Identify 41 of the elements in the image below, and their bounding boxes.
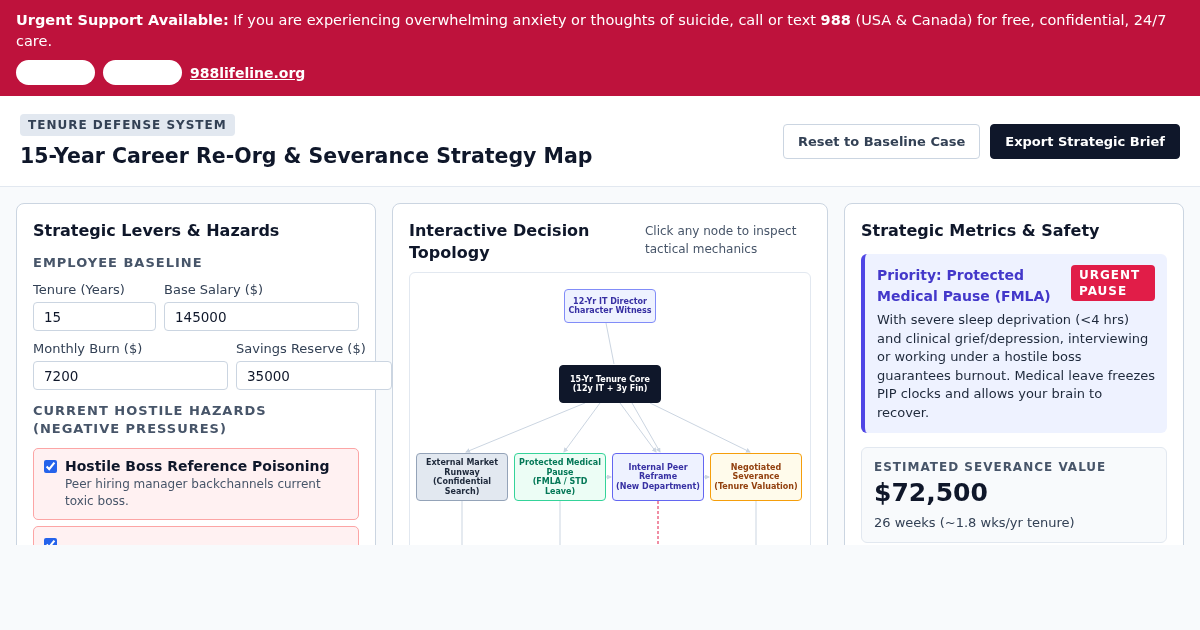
dashed-connector bbox=[657, 500, 659, 545]
card-title: Interactive Decision Topology bbox=[409, 220, 591, 264]
diagram-node[interactable]: 15-Yr Tenure Core (12y IT + 3y Fin) bbox=[559, 365, 661, 403]
priority-title: Priority: Protected Medical Pause (FMLA) bbox=[877, 266, 1052, 306]
connector-line bbox=[605, 322, 615, 365]
system-badge: TENURE DEFENSE SYSTEM bbox=[20, 114, 235, 136]
diagram-node[interactable]: Protected Medical Pause (FMLA / STD Leave) bbox=[514, 453, 606, 501]
severance-value: $72,500 bbox=[874, 478, 989, 507]
section-heading: CURRENT HOSTILE HAZARDS (NEGATIVE PRESSURES) bbox=[33, 402, 268, 438]
section-heading: EMPLOYEE BASELINE bbox=[33, 254, 204, 272]
severance-note: 26 weeks (~1.8 wks/yr tenure) bbox=[874, 515, 1076, 530]
input-field[interactable]: 15 bbox=[33, 302, 156, 331]
topology-hint: Click any node to inspect tactical mechanics bbox=[644, 223, 798, 258]
export-button[interactable]: Export Strategic Brief bbox=[990, 124, 1180, 159]
urgent-badge: URGENT PAUSE bbox=[1071, 265, 1155, 301]
input-field[interactable]: 7200 bbox=[33, 361, 228, 390]
connector-arrow bbox=[703, 474, 710, 480]
hazard-title: Hostile Boss Reference Poisoning bbox=[65, 458, 331, 474]
page-title: 15-Year Career Re-Org & Severance Strategy Map bbox=[20, 144, 593, 168]
reset-button[interactable]: Reset to Baseline Case bbox=[782, 124, 981, 159]
hazard-description: Peer hiring manager backchannels current toxic boss. bbox=[65, 476, 322, 510]
field-label: Monthly Burn ($) bbox=[33, 341, 144, 356]
diagram-node[interactable]: Negotiated Severance (Tenure Valuation) bbox=[710, 453, 802, 501]
field-label: Base Salary ($) bbox=[164, 282, 265, 297]
pill-button[interactable] bbox=[16, 60, 95, 85]
diagram-node[interactable]: External Market Runway (Confidential Search) bbox=[416, 453, 508, 501]
diagram-node[interactable]: 12-Yr IT Director Character Witness bbox=[564, 289, 656, 323]
card-title: Strategic Levers & Hazards bbox=[33, 220, 281, 242]
banner-message: Urgent Support Available: If you are experiencing overwhelming anxiety or thoughts of suicide, call or text 988 (USA & Canada) for free, confidential, 24/7 care. bbox=[16, 11, 1168, 51]
field-label: Savings Reserve ($) bbox=[236, 341, 367, 356]
pill-button[interactable] bbox=[103, 60, 182, 85]
lifeline-link[interactable]: 988lifeline.org bbox=[190, 64, 306, 81]
severance-label: ESTIMATED SEVERANCE VALUE bbox=[874, 460, 1108, 474]
diagram-node[interactable]: Internal Peer Reframe (New Department) bbox=[612, 453, 704, 501]
input-field[interactable]: 35000 bbox=[236, 361, 392, 390]
priority-text: With severe sleep deprivation (<4 hrs) and clinical grief/depression, interviewing or working under a hostile boss guarantees burnout. Medical leave freezes PIP clocks and allows your brain to recover. bbox=[877, 311, 1155, 422]
field-label: Tenure (Years) bbox=[33, 282, 126, 297]
hazard-checkbox[interactable] bbox=[44, 460, 57, 473]
connector-arrow bbox=[605, 474, 612, 480]
card-title: Strategic Metrics & Safety bbox=[861, 220, 1101, 242]
input-field[interactable]: 145000 bbox=[164, 302, 359, 331]
